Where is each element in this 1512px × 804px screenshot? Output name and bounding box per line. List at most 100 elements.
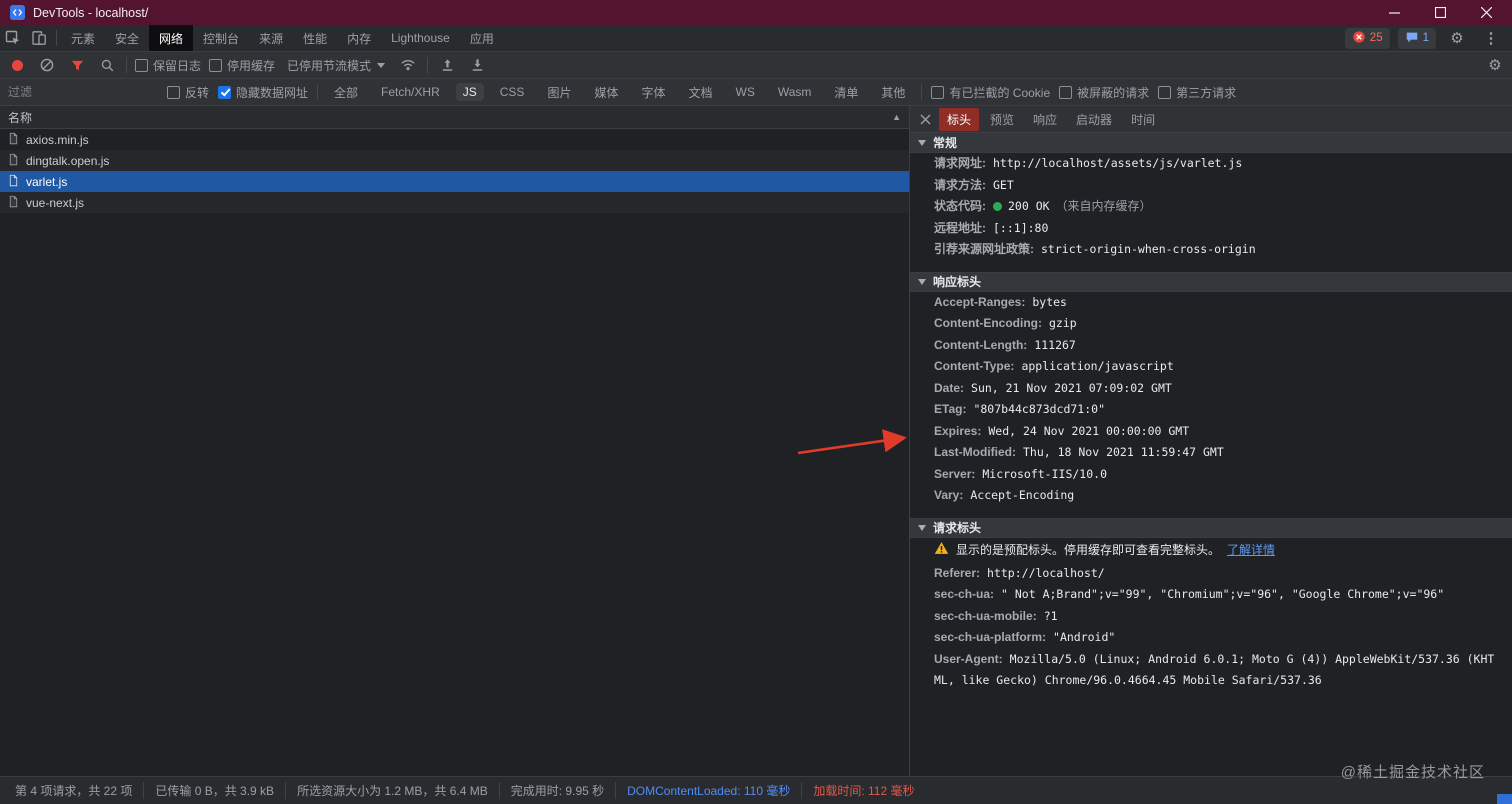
- throttling-select[interactable]: 已停用节流模式: [283, 57, 389, 74]
- header-row: sec-ch-ua-mobile: ?1: [910, 606, 1512, 628]
- message-badge[interactable]: 1: [1397, 27, 1436, 49]
- header-row: Last-Modified: Thu, 18 Nov 2021 11:59:47 …: [910, 442, 1512, 464]
- import-har-icon[interactable]: [436, 54, 458, 76]
- filter-chip-fetch-xhr[interactable]: Fetch/XHR: [374, 83, 447, 101]
- name-column-header[interactable]: 名称 ▲: [0, 106, 909, 129]
- header-name: 请求网址:: [934, 156, 986, 170]
- window-controls: [1386, 5, 1502, 21]
- header-name: sec-ch-ua-platform:: [934, 630, 1047, 644]
- tab-timing[interactable]: 时间: [1123, 108, 1163, 131]
- maximize-icon[interactable]: [1432, 5, 1448, 21]
- filter-chip-media[interactable]: 媒体: [587, 82, 625, 103]
- header-value: 111267: [1034, 337, 1076, 352]
- filter-chip-font[interactable]: 字体: [634, 82, 672, 103]
- close-window-icon[interactable]: [1478, 5, 1494, 21]
- filter-icon[interactable]: [66, 54, 88, 76]
- filter-chip-img[interactable]: 图片: [540, 82, 578, 103]
- header-row: 状态代码: 200 OK （来自内存缓存）: [910, 196, 1512, 218]
- preserve-log-label: 保留日志: [153, 58, 202, 73]
- tab-initiator[interactable]: 启动器: [1068, 108, 1120, 131]
- clear-button[interactable]: [36, 54, 58, 76]
- script-file-icon: [7, 153, 20, 169]
- status-load-time: 加载时间: 112 毫秒: [813, 784, 915, 798]
- blocked-cookies-checkbox[interactable]: 有已拦截的 Cookie: [931, 84, 1050, 101]
- tab-application[interactable]: 应用: [460, 25, 504, 51]
- header-row: sec-ch-ua-platform: "Android": [910, 627, 1512, 649]
- filter-chip-wasm[interactable]: Wasm: [771, 83, 819, 101]
- filter-input[interactable]: [8, 85, 158, 99]
- devtools-tabbar: 元素 安全 网络 控制台 来源 性能 内存 Lighthouse 应用 25 1…: [0, 25, 1512, 52]
- filter-chip-css[interactable]: CSS: [493, 83, 532, 101]
- tab-network[interactable]: 网络: [149, 25, 194, 51]
- minimize-icon[interactable]: [1386, 5, 1402, 21]
- message-count: 1: [1422, 32, 1429, 44]
- header-value: "Android": [1053, 630, 1116, 644]
- section-request-headers[interactable]: 请求标头: [910, 517, 1512, 538]
- search-icon[interactable]: [96, 54, 118, 76]
- network-filter-bar: 反转 隐藏数据网址 全部 Fetch/XHR JS CSS 图片 媒体 字体 文…: [0, 79, 1512, 106]
- tab-headers[interactable]: 标头: [939, 107, 980, 131]
- tab-elements[interactable]: 元素: [61, 25, 105, 51]
- blocked-requests-checkbox[interactable]: 被屏蔽的请求: [1059, 84, 1149, 101]
- header-name: ETag:: [934, 402, 967, 416]
- header-name: Content-Encoding:: [934, 316, 1042, 330]
- titlebar: DevTools - localhost/: [0, 0, 1512, 25]
- section-general[interactable]: 常规: [910, 133, 1512, 153]
- status-domcontentloaded: DOMContentLoaded: 110 毫秒: [616, 782, 803, 799]
- record-button[interactable]: [6, 54, 28, 76]
- inspect-element-icon[interactable]: [2, 27, 24, 49]
- close-details-icon[interactable]: [914, 108, 936, 130]
- filter-chip-other[interactable]: 其他: [874, 82, 912, 103]
- tab-lighthouse[interactable]: Lighthouse: [381, 25, 460, 51]
- header-name: sec-ch-ua:: [934, 587, 995, 601]
- tab-preview[interactable]: 预览: [982, 108, 1022, 131]
- request-row[interactable]: dingtalk.open.js: [0, 150, 909, 171]
- filter-chip-js[interactable]: JS: [455, 83, 484, 101]
- toolbar-divider: [56, 30, 57, 46]
- filter-chip-doc[interactable]: 文档: [681, 82, 719, 103]
- export-har-icon[interactable]: [466, 54, 488, 76]
- third-party-checkbox[interactable]: 第三方请求: [1158, 84, 1236, 101]
- header-name: 引荐来源网址政策:: [934, 242, 1034, 256]
- section-general-title: 常规: [933, 136, 958, 150]
- request-row[interactable]: vue-next.js: [0, 192, 909, 213]
- invert-checkbox[interactable]: 反转: [167, 84, 209, 101]
- tab-console[interactable]: 控制台: [193, 25, 249, 51]
- filter-chip-manifest[interactable]: 清单: [827, 82, 865, 103]
- header-name: Last-Modified:: [934, 445, 1016, 459]
- request-row[interactable]: axios.min.js: [0, 129, 909, 150]
- header-value: Accept-Encoding: [970, 488, 1075, 502]
- checkbox-checked-icon: [218, 85, 232, 99]
- tab-security[interactable]: 安全: [105, 25, 149, 51]
- hide-data-urls-checkbox[interactable]: 隐藏数据网址: [218, 84, 308, 101]
- device-toolbar-icon[interactable]: [28, 27, 50, 49]
- network-settings-gear-icon[interactable]: ⚙: [1484, 54, 1506, 76]
- request-row-selected[interactable]: varlet.js: [0, 171, 909, 192]
- section-response-headers[interactable]: 响应标头: [910, 271, 1512, 292]
- tab-performance[interactable]: 性能: [293, 25, 337, 51]
- network-conditions-icon[interactable]: [397, 54, 419, 76]
- blocked-cookies-label: 有已拦截的 Cookie: [949, 85, 1051, 100]
- chevron-down-icon: [918, 524, 926, 531]
- warning-icon: [934, 541, 949, 560]
- tab-memory[interactable]: 内存: [337, 25, 381, 51]
- tab-response[interactable]: 响应: [1025, 108, 1065, 131]
- header-value: Thu, 18 Nov 2021 11:59:47 GMT: [1023, 445, 1224, 459]
- header-value: application/javascript: [1021, 359, 1174, 373]
- filter-chip-all[interactable]: 全部: [327, 82, 365, 103]
- tab-sources[interactable]: 来源: [249, 25, 293, 51]
- disable-cache-checkbox[interactable]: 停用缓存: [209, 57, 275, 74]
- kebab-menu-icon[interactable]: ⋮: [1480, 27, 1502, 49]
- header-name: User-Agent:: [934, 651, 1003, 666]
- header-name: 状态代码:: [934, 199, 986, 213]
- script-file-icon: [7, 132, 20, 148]
- checkbox-icon: [1158, 85, 1172, 99]
- header-value: gzip: [1048, 316, 1077, 330]
- preserve-log-checkbox[interactable]: 保留日志: [135, 57, 201, 74]
- invert-label: 反转: [185, 85, 210, 100]
- filter-chip-ws[interactable]: WS: [729, 83, 762, 101]
- learn-more-link[interactable]: 了解详情: [1227, 541, 1275, 559]
- error-badge[interactable]: 25: [1344, 27, 1390, 49]
- network-status-bar: 第 4 项请求，共 22 项 已传输 0 B，共 3.9 kB 所选资源大小为 …: [0, 776, 1512, 804]
- settings-gear-icon[interactable]: ⚙: [1446, 27, 1468, 49]
